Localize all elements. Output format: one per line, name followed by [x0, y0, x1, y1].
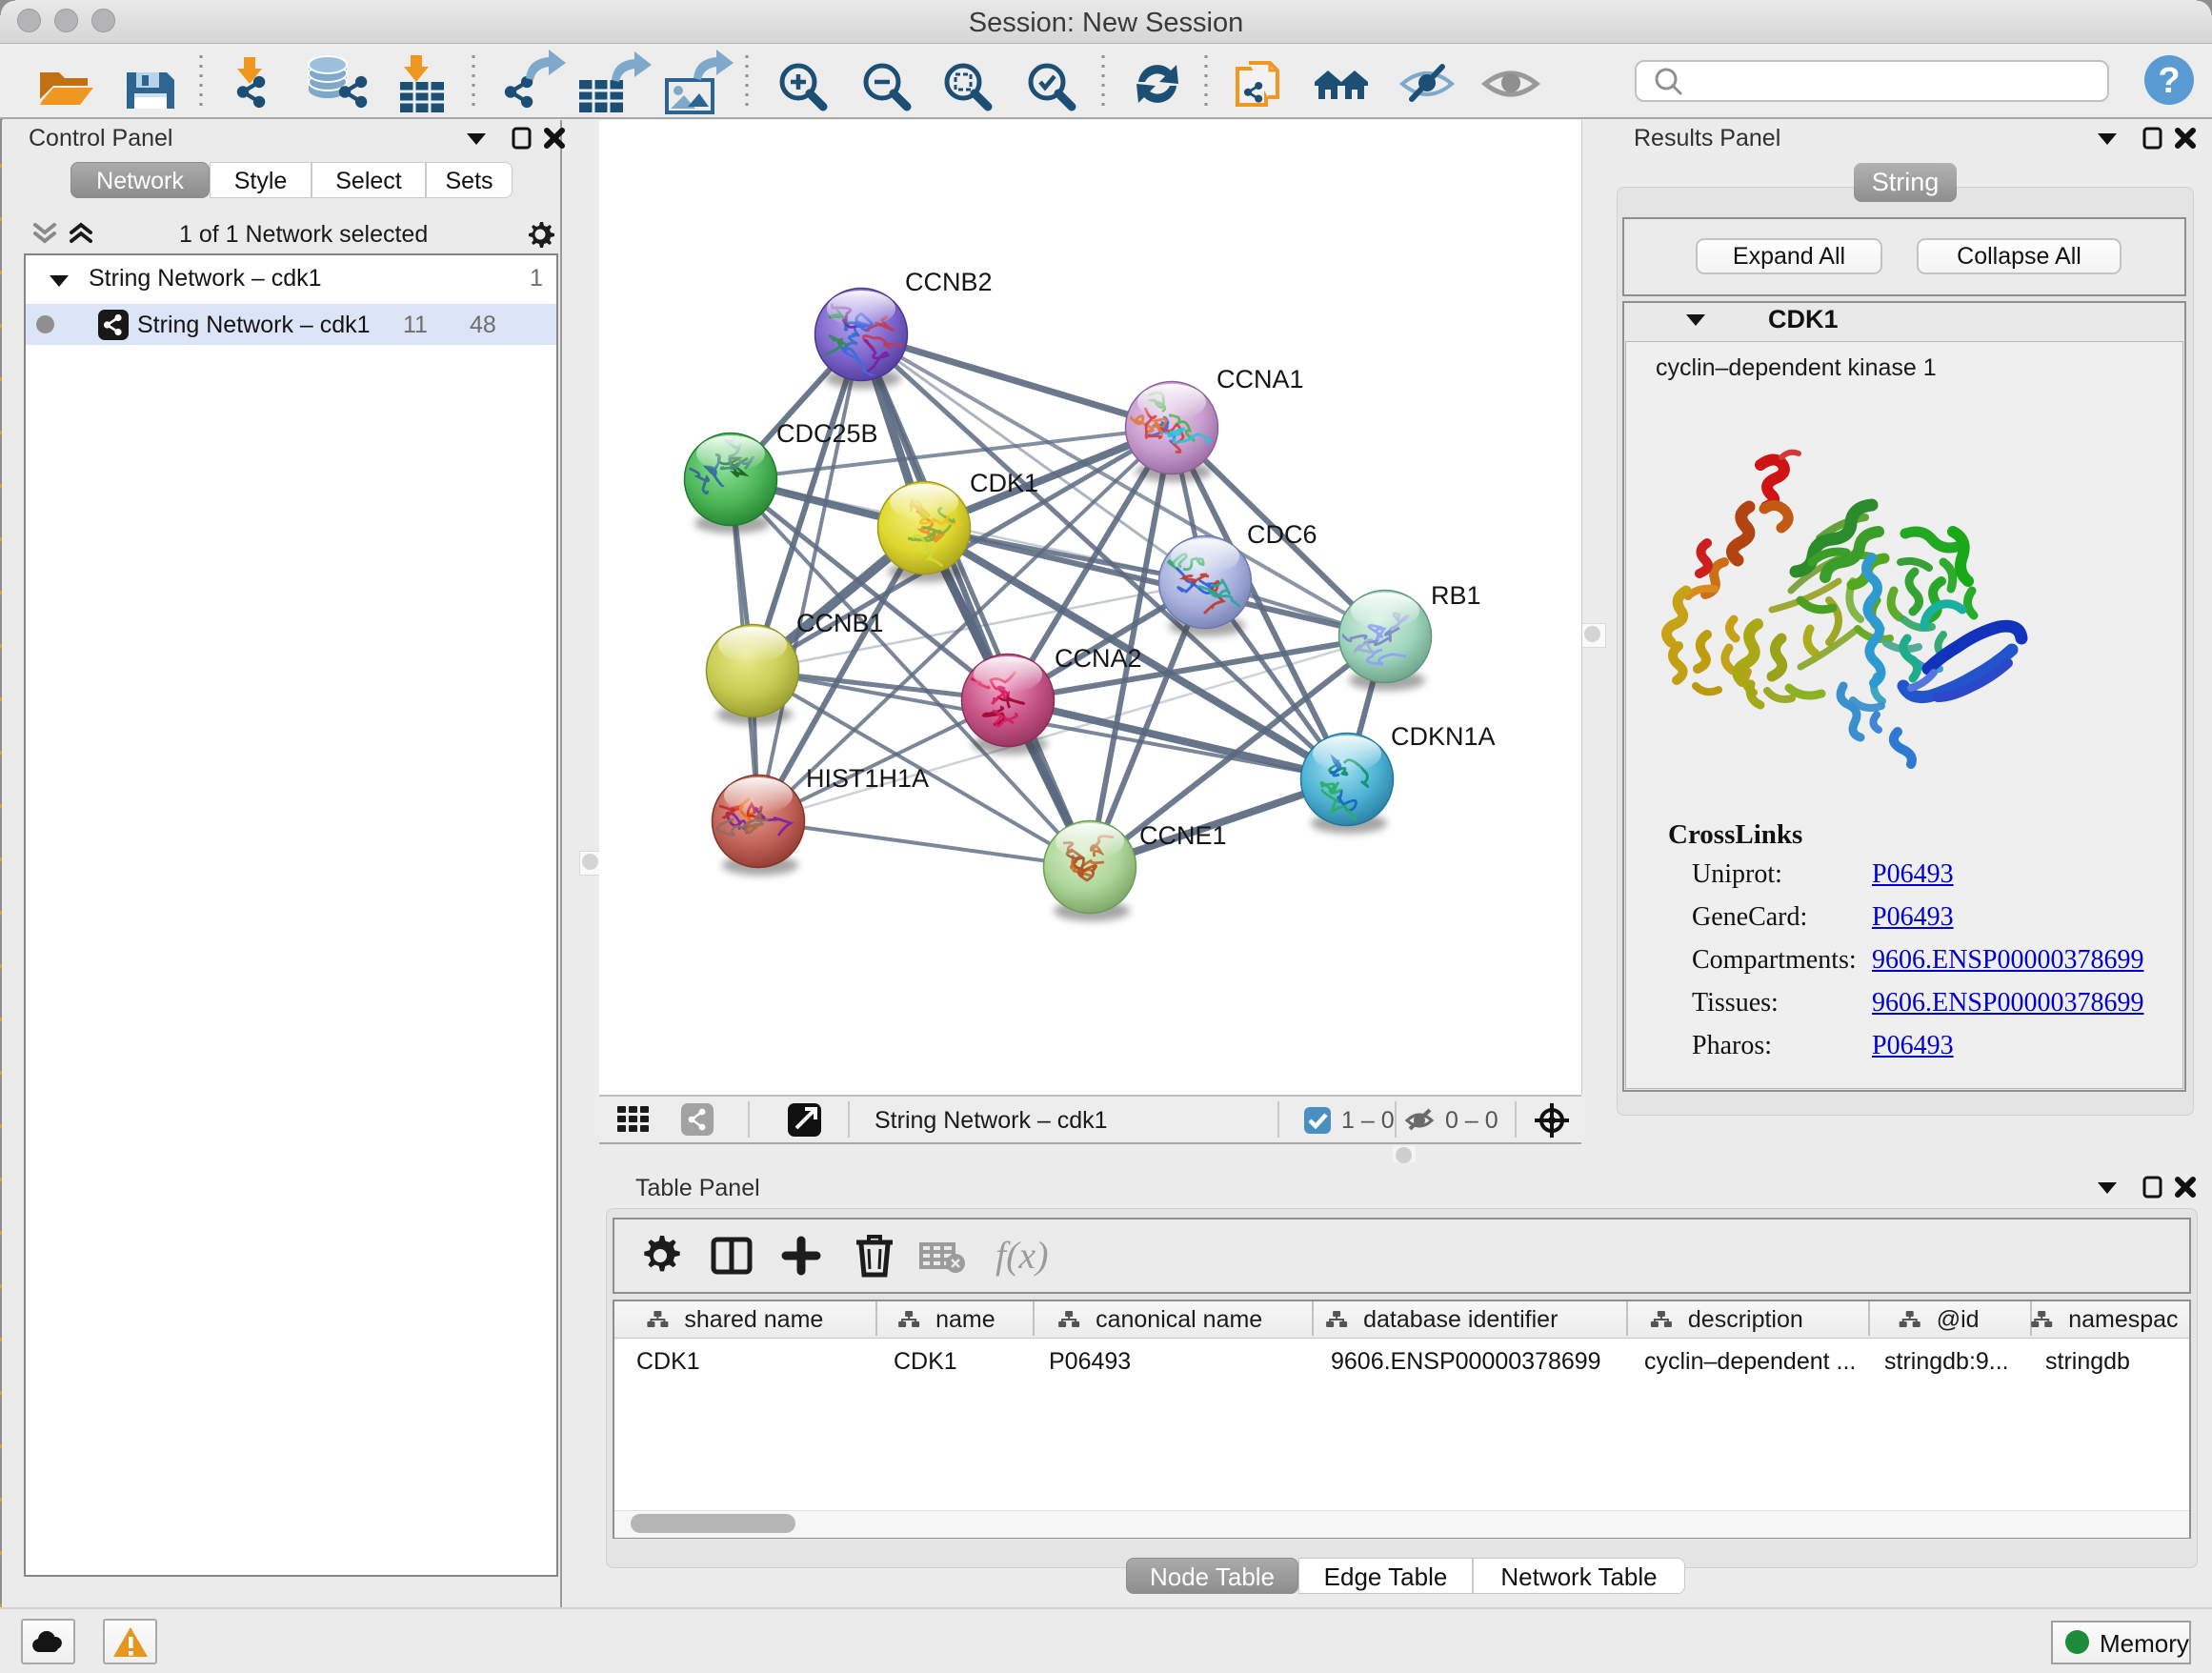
svg-text:?: ?	[2158, 61, 2180, 101]
svg-text:1 – 0: 1 – 0	[1341, 1107, 1395, 1134]
svg-text:CDKN1A: CDKN1A	[1391, 722, 1496, 751]
svg-text:CCNE1: CCNE1	[1139, 821, 1227, 850]
svg-text:canonical name: canonical name	[1096, 1306, 1262, 1333]
svg-text:CCNA2: CCNA2	[1055, 644, 1142, 673]
svg-text:shared name: shared name	[684, 1306, 823, 1333]
svg-text:database identifier: database identifier	[1363, 1306, 1558, 1333]
svg-text:RB1: RB1	[1431, 581, 1481, 610]
svg-text:CCNA1: CCNA1	[1217, 365, 1304, 393]
svg-text:f(x): f(x)	[995, 1234, 1049, 1277]
svg-text:HIST1H1A: HIST1H1A	[806, 764, 929, 793]
svg-text:description: description	[1688, 1306, 1803, 1333]
svg-text:CDC6: CDC6	[1247, 520, 1317, 549]
svg-text:@id: @id	[1937, 1306, 1980, 1333]
svg-text:namespac: namespac	[2068, 1306, 2178, 1333]
svg-text:CDC25B: CDC25B	[776, 419, 878, 448]
svg-text:String Network – cdk1: String Network – cdk1	[875, 1107, 1108, 1134]
svg-text:0 – 0: 0 – 0	[1445, 1107, 1498, 1134]
svg-text:name: name	[935, 1306, 995, 1333]
svg-text:CCNB1: CCNB1	[796, 609, 884, 637]
svg-text:CDK1: CDK1	[970, 469, 1038, 497]
svg-text:CCNB2: CCNB2	[905, 268, 993, 296]
